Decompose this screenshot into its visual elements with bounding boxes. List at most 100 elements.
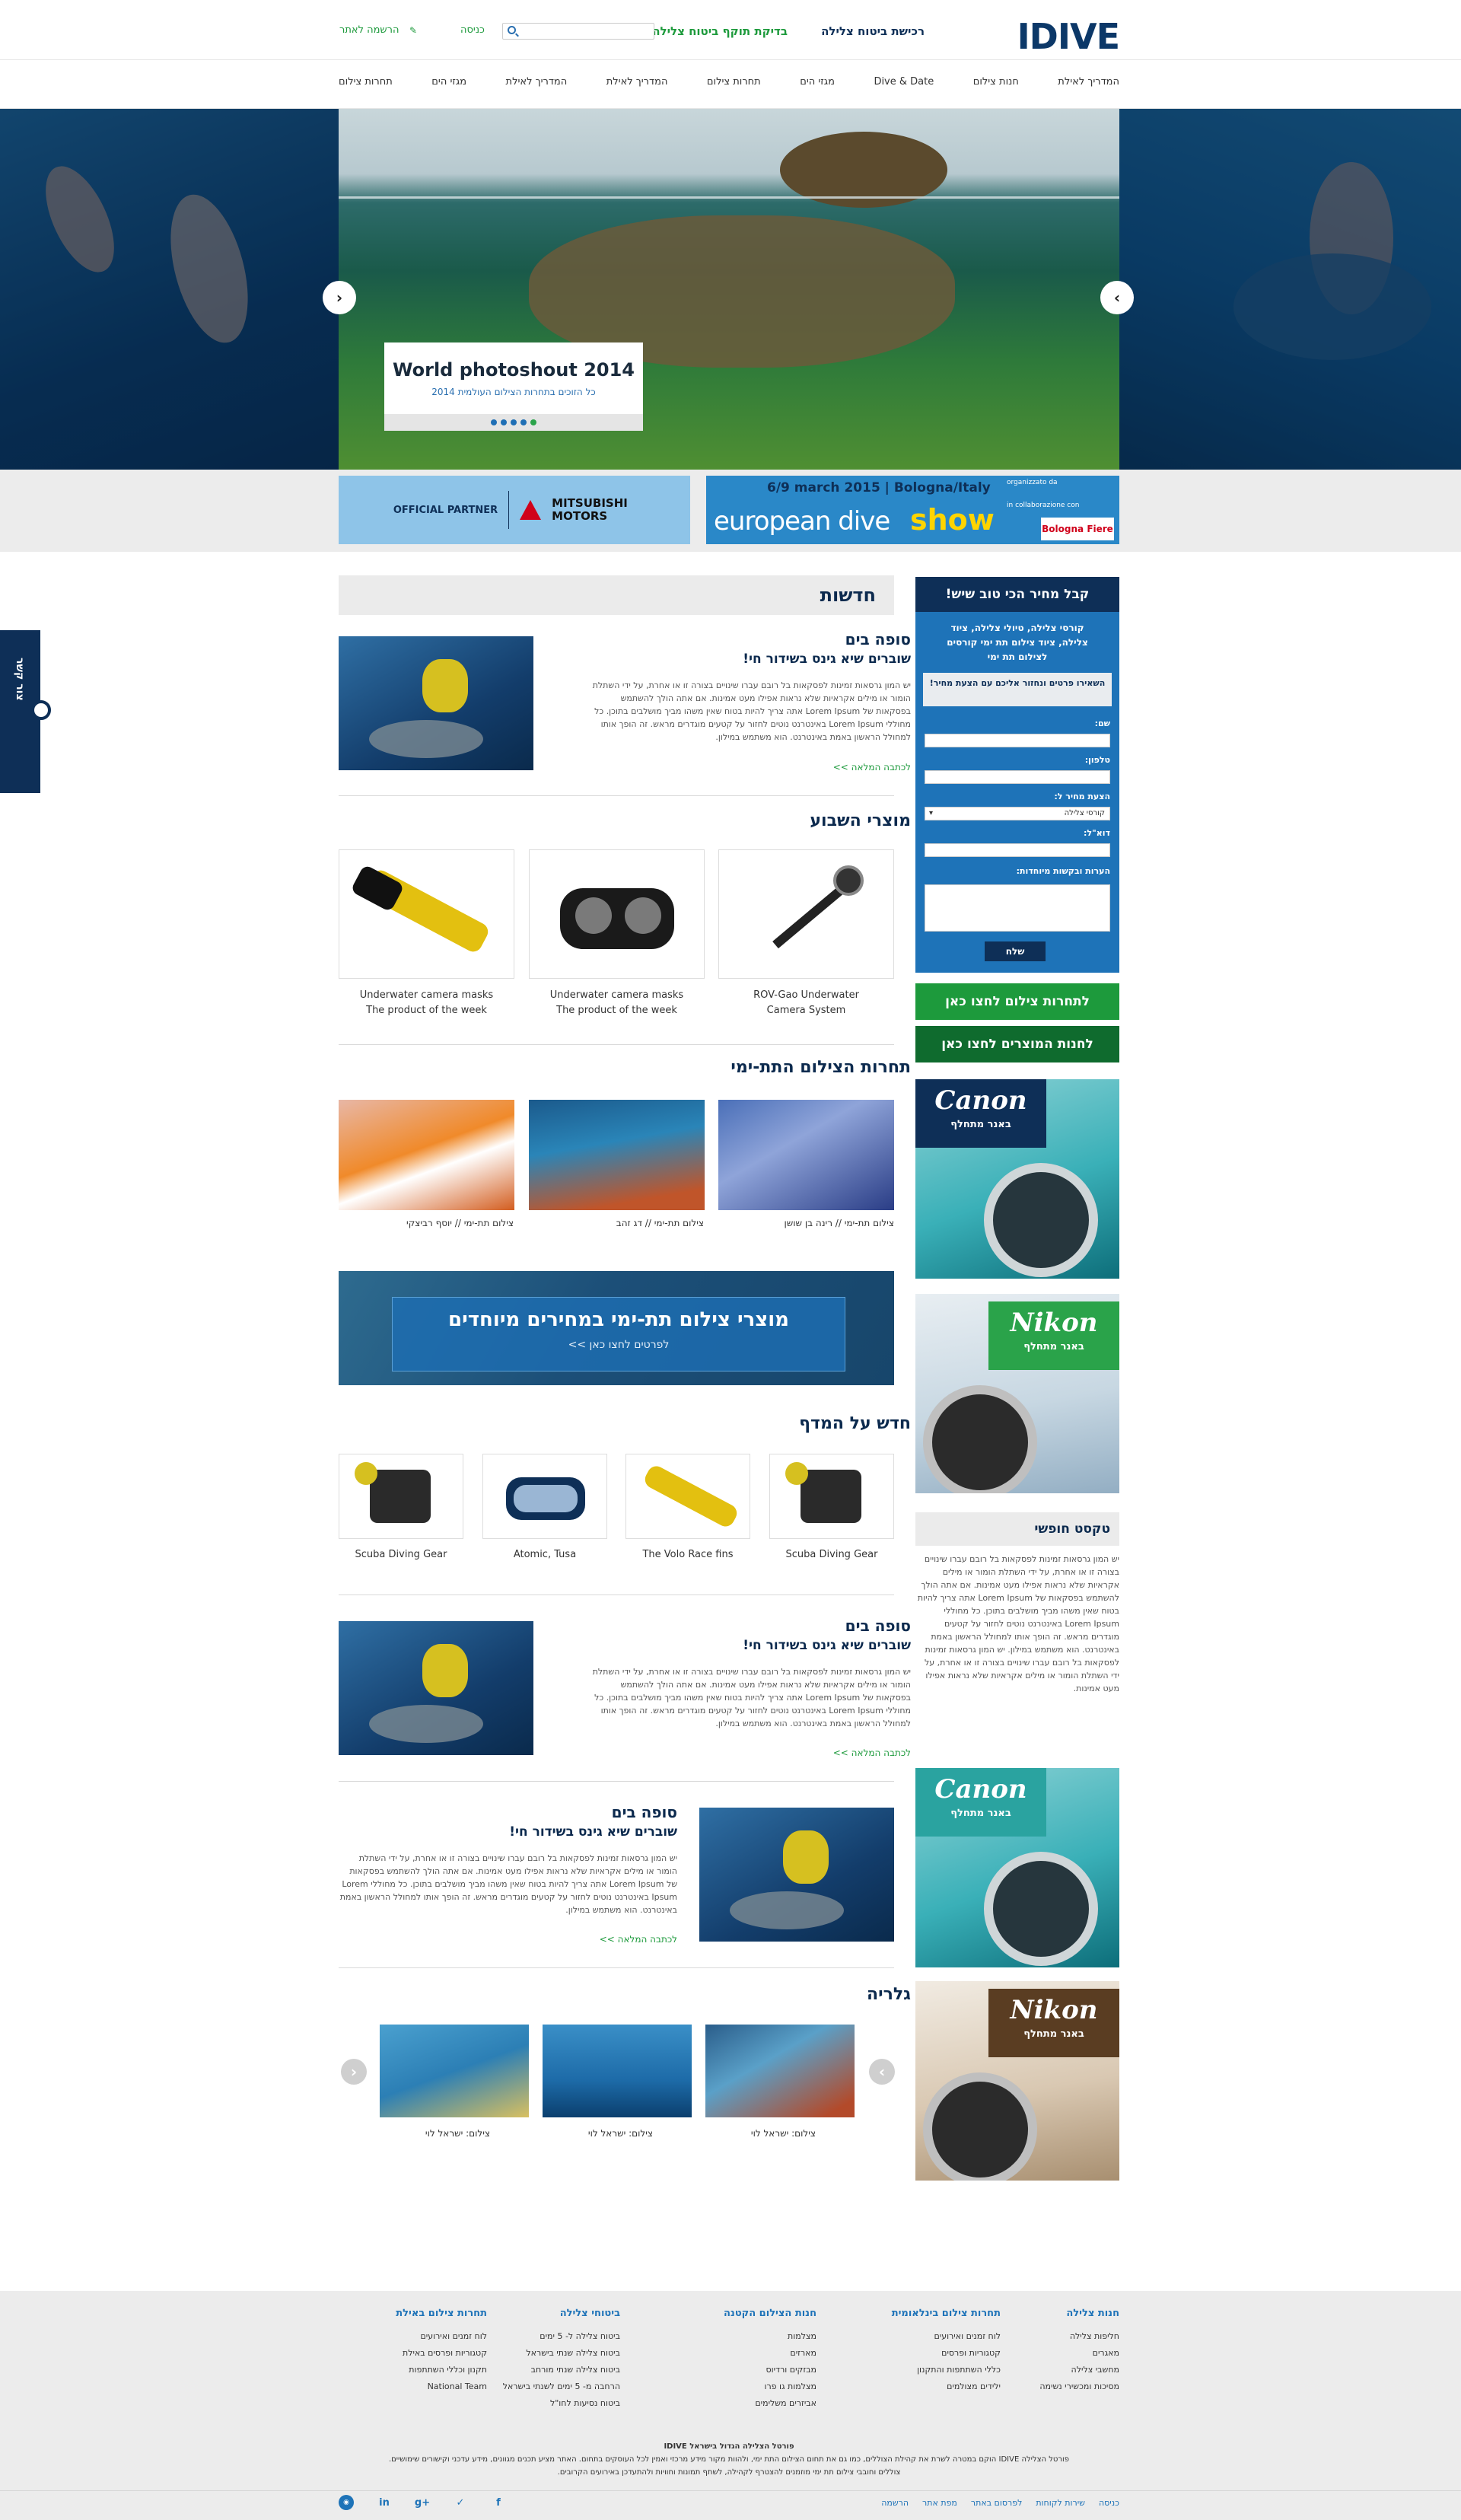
footer-column-title[interactable]: תחרות צילום באילת	[342, 2308, 487, 2319]
slider-dot[interactable]	[520, 419, 527, 425]
nav-item[interactable]: תחרות צילום	[707, 76, 761, 88]
footer-link[interactable]: מצלמות	[664, 2328, 816, 2345]
nav-item[interactable]: המדריך לאילת	[606, 76, 668, 88]
footer-link[interactable]: אביזרים משלימים	[664, 2395, 816, 2412]
shelf-label[interactable]: Atomic, Tusa	[482, 1547, 607, 1563]
slider-prev-button[interactable]: ‹	[323, 281, 356, 314]
gallery-photo[interactable]	[705, 2025, 855, 2117]
shelf-label[interactable]: The Volo Race fins	[625, 1547, 750, 1563]
shelf-label[interactable]: Scuba Diving Gear	[769, 1547, 894, 1563]
gallery-next-button[interactable]: ‹	[341, 2059, 367, 2085]
phone-field[interactable]	[925, 770, 1110, 784]
nav-item[interactable]: מגזי הים	[431, 76, 466, 88]
article-title[interactable]: סופה בים	[612, 1803, 677, 1821]
nikon-ad-banner[interactable]: Nikon באנר מתחלף	[915, 1981, 1119, 2181]
contact-side-tab[interactable]: צור קשר	[0, 630, 51, 793]
competition-photo[interactable]	[339, 1100, 514, 1210]
read-more-link[interactable]: לכתבה המלאה >>	[833, 762, 911, 773]
footer-link[interactable]: הרחבה מ- 5 ימים לשנתי בישראל	[468, 2378, 620, 2395]
read-more-link[interactable]: לכתבה המלאה >>	[833, 1747, 911, 1758]
slider-dot[interactable]	[511, 419, 517, 425]
canon-ad-banner[interactable]: Canon באנר מתחלף	[915, 1079, 1119, 1279]
footer-link[interactable]: תקנון וכללי השתתפות	[342, 2362, 487, 2378]
footer-link[interactable]: ביטוח צלילה שנתי מורחב	[468, 2362, 620, 2378]
email-field[interactable]	[925, 843, 1110, 857]
shelf-product-card[interactable]	[339, 1454, 463, 1539]
gallery-prev-button[interactable]: ›	[869, 2059, 895, 2085]
facebook-icon[interactable]: f	[491, 2495, 506, 2510]
footer-bottom-link[interactable]: מפת אתר	[922, 2498, 957, 2508]
shelf-product-card[interactable]	[625, 1454, 750, 1539]
competition-photo[interactable]	[718, 1100, 894, 1210]
nav-item[interactable]: מגזי הים	[800, 76, 835, 88]
special-prices-banner[interactable]: מוצרי צילום תת-ימי במחירים מיוחדים לפרטי…	[339, 1271, 894, 1385]
linkedin-icon[interactable]: in	[377, 2495, 392, 2510]
nav-item[interactable]: המדריך לאילת	[506, 76, 568, 88]
product-label[interactable]: ROV-Gao Underwater Camera System	[718, 988, 894, 1018]
login-link[interactable]: כניסה	[460, 24, 485, 36]
check-insurance-link[interactable]: בדיקת תוקף ביטוח צלילה	[652, 24, 788, 38]
dive-show-banner[interactable]: 6/9 march 2015 | Bologna/Italy european …	[706, 476, 1119, 544]
product-label[interactable]: Underwater camera masks The product of th…	[529, 988, 705, 1018]
article-thumbnail[interactable]	[699, 1808, 894, 1942]
footer-link[interactable]: ביטוח צלילה שנתי בישראל	[468, 2345, 620, 2362]
site-logo[interactable]: IDIVE	[1013, 14, 1120, 59]
product-card[interactable]	[718, 849, 894, 979]
product-label[interactable]: Underwater camera masks The product of th…	[339, 988, 514, 1018]
gallery-photo[interactable]	[543, 2025, 692, 2117]
competition-cta-button[interactable]: לתחרות צילום לחצו כאן	[915, 983, 1119, 1020]
footer-column-title[interactable]: תחרות צילום בינלאומית	[848, 2308, 1001, 2319]
slide-caption[interactable]: World photoshout 2014 כל הזוכים בתחרות ה…	[384, 342, 643, 431]
nikon-ad-banner[interactable]: Nikon באנר מתחלף	[915, 1294, 1119, 1493]
article-thumbnail[interactable]	[339, 1621, 533, 1755]
footer-column-title[interactable]: ביטוחי צלילה	[468, 2308, 620, 2319]
footer-bottom-link[interactable]: לפרסום באתר	[971, 2498, 1022, 2508]
shelf-product-card[interactable]	[769, 1454, 894, 1539]
mitsubishi-banner[interactable]: OFFICIAL PARTNER MITSUBISHI MOTORS	[339, 476, 690, 544]
footer-link[interactable]: National Team	[342, 2378, 487, 2395]
gallery-photo[interactable]	[380, 2025, 529, 2117]
comments-textarea[interactable]	[925, 884, 1110, 932]
footer-column-title[interactable]: חנות הצילום הקטנה	[664, 2308, 816, 2319]
shelf-product-card[interactable]	[482, 1454, 607, 1539]
footer-link[interactable]: מארזים	[664, 2345, 816, 2362]
footer-link[interactable]: לוח זמנים ואירועים	[342, 2328, 487, 2345]
search-input[interactable]	[502, 23, 654, 40]
buy-insurance-link[interactable]: רכישת ביטוח צלילה	[821, 24, 925, 38]
product-card[interactable]	[529, 849, 705, 979]
slider-dot[interactable]	[501, 419, 507, 425]
register-link[interactable]: הרשמה לאתר	[339, 24, 399, 36]
footer-link[interactable]: לוח זמנים ואירועים	[848, 2328, 1001, 2345]
nav-item[interactable]: המדריך לאילת	[1058, 76, 1119, 88]
rss-icon[interactable]: ◉	[339, 2495, 354, 2510]
nav-item[interactable]: חנות צילום	[973, 76, 1019, 88]
footer-link[interactable]: ביטוח נסיעות לחו"ל	[468, 2395, 620, 2412]
store-cta-button[interactable]: לחנות המוצרים לחצו כאן	[915, 1026, 1119, 1062]
send-button[interactable]: שלח	[985, 941, 1046, 961]
footer-bottom-link[interactable]: כניסה	[1099, 2498, 1119, 2508]
twitter-icon[interactable]: ✓	[453, 2495, 468, 2510]
read-more-link[interactable]: לכתבה המלאה >>	[600, 1934, 677, 1945]
nav-item[interactable]: Dive & Date	[874, 76, 934, 88]
slider-dot[interactable]	[491, 419, 497, 425]
nav-item[interactable]: תחרות צילום	[339, 76, 393, 88]
footer-link[interactable]: ילידים מצולמים	[848, 2378, 1001, 2395]
slider-dot-active[interactable]	[530, 419, 536, 425]
footer-link[interactable]: כללי השתתפות והתקנון	[848, 2362, 1001, 2378]
name-field[interactable]	[925, 734, 1110, 747]
footer-bottom-link[interactable]: שירות לקוחות	[1036, 2498, 1085, 2508]
google-plus-icon[interactable]: g+	[415, 2495, 430, 2510]
footer-bottom-link[interactable]: הרשמה	[881, 2498, 909, 2508]
news-article-title[interactable]: סופה בים	[845, 630, 911, 648]
competition-photo[interactable]	[529, 1100, 705, 1210]
footer-link[interactable]: מצלמות גו פרו	[664, 2378, 816, 2395]
footer-link[interactable]: קטגוריות ופרסים באילת	[342, 2345, 487, 2362]
article-title[interactable]: סופה בים	[845, 1617, 911, 1635]
footer-link[interactable]: מבזקים ורדיוס	[664, 2362, 816, 2378]
shelf-label[interactable]: Scuba Diving Gear	[339, 1547, 463, 1563]
news-thumbnail[interactable]	[339, 636, 533, 770]
slider-next-button[interactable]: ›	[1100, 281, 1134, 314]
canon-ad-banner[interactable]: Canon באנר מתחלף	[915, 1768, 1119, 1967]
quote-select[interactable]: קורסי צלילה ▾	[925, 807, 1110, 820]
product-card[interactable]	[339, 849, 514, 979]
